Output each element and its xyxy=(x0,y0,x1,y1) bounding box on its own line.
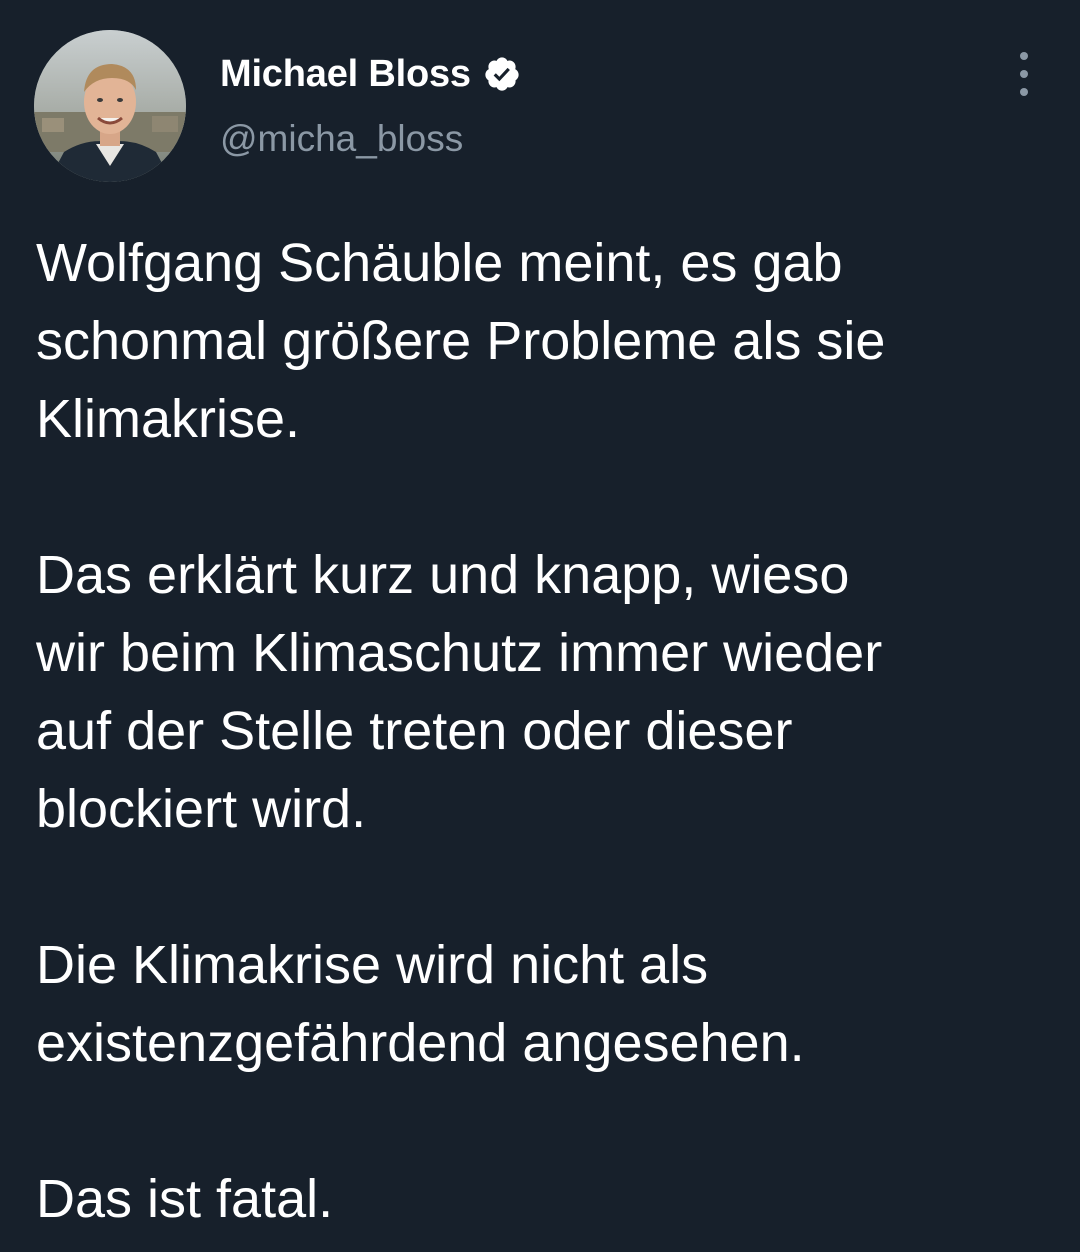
tweet-line: blockiert wird. xyxy=(36,779,367,839)
author-handle[interactable]: @micha_bloss xyxy=(220,118,463,160)
tweet-line: Die Klimakrise wird nicht als xyxy=(36,935,709,995)
verified-badge-icon xyxy=(483,55,521,93)
tweet-line: Wolfgang Schäuble meint, es gab xyxy=(36,233,843,293)
more-vertical-icon xyxy=(1020,52,1028,60)
tweet-card: Michael Bloss @micha_bloss Wolfgang Schä… xyxy=(0,0,1080,1252)
tweet-line: existenzgefährdend angesehen. xyxy=(36,1013,805,1073)
tweet-paragraph: Das ist fatal. xyxy=(36,1160,1066,1238)
avatar[interactable] xyxy=(34,30,186,182)
more-vertical-icon-dot xyxy=(1020,70,1028,78)
more-options-button[interactable] xyxy=(1004,52,1044,96)
author-display-name[interactable]: Michael Bloss xyxy=(220,53,471,96)
tweet-line: Das erklärt kurz und knapp, wieso xyxy=(36,545,850,605)
author-name-row: Michael Bloss xyxy=(220,50,521,98)
tweet-paragraph: Die Klimakrise wird nicht als existenzge… xyxy=(36,926,1066,1082)
tweet-text: Wolfgang Schäuble meint, es gab schonmal… xyxy=(36,224,1066,1238)
avatar-photo xyxy=(34,30,186,182)
tweet-line: Das ist fatal. xyxy=(36,1169,334,1229)
more-vertical-icon-dot xyxy=(1020,88,1028,96)
tweet-paragraph: Das erklärt kurz und knapp, wieso wir be… xyxy=(36,536,1066,848)
tweet-line: wir beim Klimaschutz immer wieder xyxy=(36,623,883,683)
tweet-line: schonmal größere Probleme als sie xyxy=(36,311,886,371)
tweet-line: Klimakrise. xyxy=(36,389,301,449)
tweet-line: auf der Stelle treten oder dieser xyxy=(36,701,793,761)
tweet-paragraph: Wolfgang Schäuble meint, es gab schonmal… xyxy=(36,224,1066,458)
